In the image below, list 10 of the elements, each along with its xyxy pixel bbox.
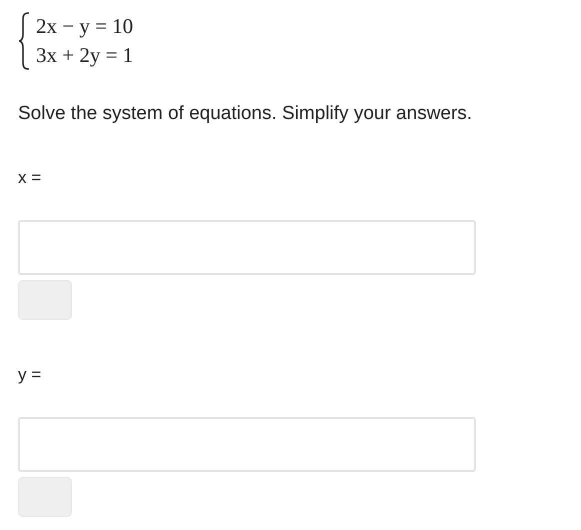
blank-button[interactable] — [18, 477, 72, 517]
equation: 2x − y = 10 — [36, 13, 134, 40]
answer-label: x = — [18, 168, 42, 188]
equation: 3x + 2y = 1 — [36, 42, 134, 69]
answer-label: y = — [18, 365, 42, 385]
answer-field[interactable] — [18, 417, 476, 472]
answer-field[interactable] — [18, 220, 476, 275]
left-brace — [18, 12, 30, 70]
instruction-text: Solve the system of equations. Simplify your answers. — [18, 102, 472, 126]
blank-button[interactable] — [18, 280, 72, 320]
